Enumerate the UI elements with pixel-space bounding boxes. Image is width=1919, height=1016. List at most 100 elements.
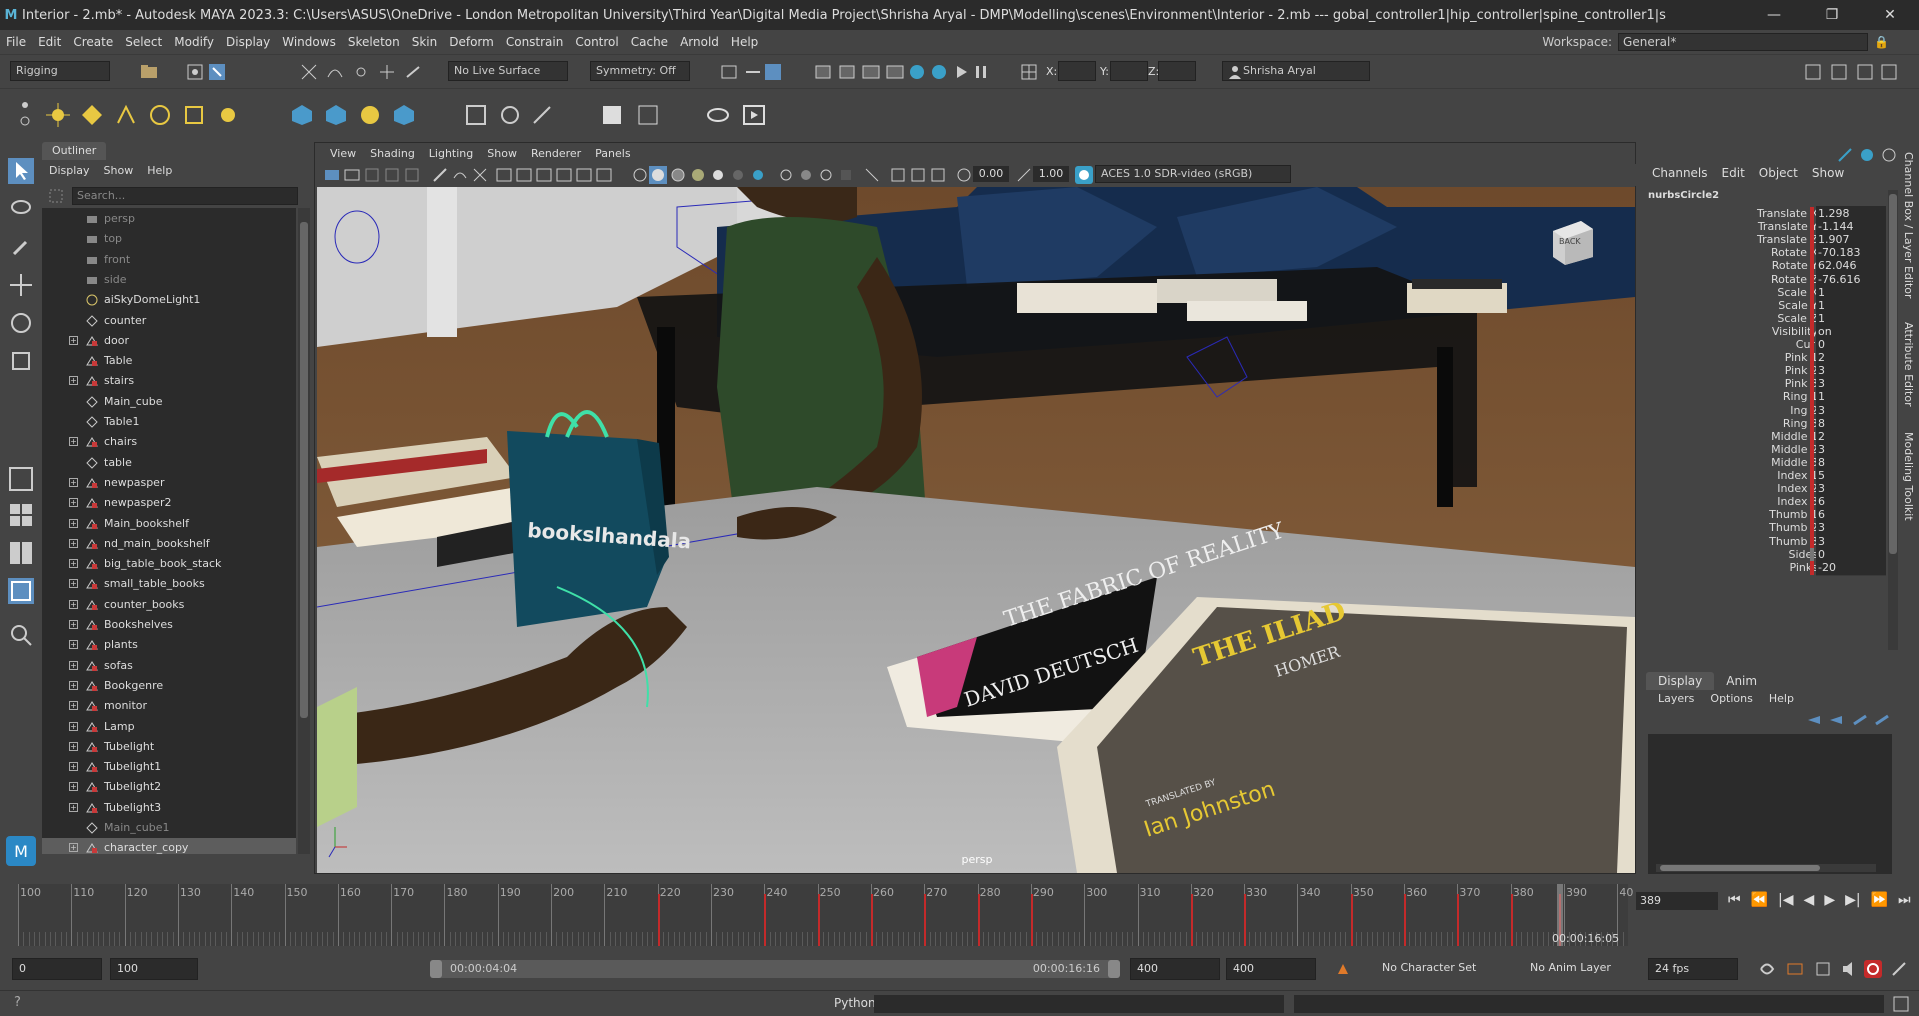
menuset-dropdown[interactable]: Rigging (10, 61, 110, 81)
colorspace-dropdown[interactable]: ACES 1.0 SDR-video (sRGB) (1095, 165, 1291, 183)
four-view-layout-icon[interactable] (8, 502, 34, 528)
transform-mode-icon[interactable] (1020, 63, 1038, 81)
expand-icon[interactable]: + (69, 376, 78, 386)
side-tab-modeling-toolkit[interactable]: Modeling Toolkit (1902, 432, 1915, 521)
menu-cache[interactable]: Cache (625, 35, 674, 49)
outliner-search-input[interactable]: Search... (72, 187, 298, 205)
expand-icon[interactable]: + (69, 620, 78, 629)
new-layer-selected-icon[interactable] (1852, 712, 1868, 728)
channel-scrollbar[interactable] (1888, 190, 1898, 650)
outliner-item[interactable]: + plants (42, 635, 296, 655)
select-hierarchy-icon[interactable] (186, 63, 204, 81)
menu-deform[interactable]: Deform (443, 35, 500, 49)
move-layer-up-icon[interactable] (1806, 712, 1822, 728)
single-perspective-layout-icon[interactable] (8, 466, 34, 492)
outliner-item[interactable]: persp (42, 209, 296, 229)
menu-constrain[interactable]: Constrain (500, 35, 570, 49)
script-language-label[interactable]: Python (834, 996, 876, 1010)
expand-icon[interactable]: + (69, 762, 78, 772)
playblast-icon[interactable] (742, 103, 766, 127)
frame-selection-icon[interactable] (909, 166, 927, 184)
ambient-occlusion-icon[interactable] (749, 166, 767, 184)
fps-dropdown[interactable]: 24 fps (1648, 958, 1738, 980)
render-settings-icon[interactable] (764, 63, 782, 81)
layer-menu-layers[interactable]: Layers (1654, 692, 1706, 705)
current-frame-field[interactable]: 389 (1636, 892, 1718, 910)
textured-icon[interactable] (689, 166, 707, 184)
lattice-icon[interactable] (290, 103, 314, 127)
outliner-item[interactable]: side (42, 270, 296, 290)
select-camera-icon[interactable] (323, 166, 341, 184)
keyframe-marker[interactable] (1190, 894, 1193, 946)
xray-joints-icon[interactable] (817, 166, 835, 184)
attribute-editor-icon[interactable] (1830, 63, 1848, 81)
keyframe-marker[interactable] (870, 894, 873, 946)
anim-layer-dropdown[interactable]: No Anim Layer (1524, 958, 1664, 980)
xray-icon[interactable] (797, 166, 815, 184)
go-to-end-icon[interactable]: ⏭ (1898, 892, 1911, 908)
menu-windows[interactable]: Windows (276, 35, 342, 49)
gate-mask-icon[interactable] (535, 166, 553, 184)
film-gate-icon[interactable] (495, 166, 513, 184)
safe-title-icon[interactable] (595, 166, 613, 184)
keyframe-marker[interactable] (1404, 894, 1407, 946)
arnold-ipr-icon[interactable] (930, 63, 948, 81)
outliner-menu-help[interactable]: Help (140, 162, 179, 180)
expand-icon[interactable]: + (69, 843, 78, 853)
viewport-menu-panels[interactable]: Panels (588, 146, 637, 162)
outliner-item[interactable]: + Bookgenre (42, 676, 296, 696)
bookmark-icon[interactable] (1814, 960, 1832, 978)
play-backwards-icon[interactable]: ◀ (1804, 892, 1815, 908)
aim-constraint-icon[interactable] (530, 103, 554, 127)
menu-file[interactable]: File (0, 35, 32, 49)
menu-create[interactable]: Create (67, 35, 119, 49)
menu-modify[interactable]: Modify (168, 35, 220, 49)
expand-icon[interactable]: + (69, 802, 78, 812)
folder-icon[interactable] (140, 63, 158, 81)
outliner-item[interactable]: + monitor (42, 696, 296, 716)
menu-help[interactable]: Help (725, 35, 764, 49)
character-set-dropdown[interactable]: No Character Set (1376, 958, 1508, 980)
keyframe-marker[interactable] (657, 894, 660, 946)
outliner-scroll-thumb[interactable] (300, 222, 308, 718)
auto-keyframe-toggle-icon[interactable] (1864, 960, 1882, 978)
frame-all-icon[interactable] (929, 166, 947, 184)
camera-frame-icon[interactable] (889, 166, 907, 184)
animation-preferences-icon[interactable] (1890, 960, 1908, 978)
new-layer-icon[interactable] (1874, 712, 1890, 728)
keyframe-marker[interactable] (1030, 894, 1033, 946)
keyframe-marker[interactable] (1457, 894, 1460, 946)
channel-row[interactable]: Pinks -20 (1640, 559, 1890, 576)
expand-icon[interactable]: + (69, 741, 78, 751)
image-plane-icon[interactable] (383, 166, 401, 184)
exposure-icon[interactable] (955, 166, 973, 184)
layer-menu-help[interactable]: Help (1765, 692, 1806, 705)
outliner-tab[interactable]: Outliner (42, 142, 107, 160)
sound-icon[interactable] (1840, 960, 1858, 978)
expand-icon[interactable]: + (69, 518, 78, 528)
layer-menu-options[interactable]: Options (1706, 692, 1764, 705)
outliner-menu-display[interactable]: Display (42, 162, 97, 180)
cluster-icon[interactable] (216, 103, 240, 127)
outliner-item[interactable]: Table1 (42, 412, 296, 432)
playback-end-field[interactable]: 400 (1130, 958, 1220, 980)
help-icon[interactable]: ? (14, 995, 21, 1010)
snap-grid-icon[interactable] (300, 63, 318, 81)
outliner-item[interactable]: counter (42, 311, 296, 331)
outliner-layout-icon[interactable] (8, 578, 34, 604)
snap-channel-icon[interactable] (1836, 146, 1854, 164)
x-field[interactable] (1058, 61, 1096, 81)
outliner-item[interactable]: Table (42, 351, 296, 371)
expand-icon[interactable]: + (69, 599, 78, 609)
exposure-field[interactable]: 0.00 (973, 166, 1009, 182)
user-account-dropdown[interactable]: Shrisha Aryal (1222, 61, 1370, 81)
auto-key-icon[interactable] (1334, 960, 1352, 978)
outliner-scrollbar[interactable] (298, 208, 310, 854)
playback-start-field[interactable]: 100 (110, 958, 198, 980)
isolate-select-icon[interactable] (777, 166, 795, 184)
layer-tab-anim[interactable]: Anim (1714, 672, 1769, 690)
z-field[interactable] (1158, 61, 1196, 81)
snap-view-icon[interactable] (378, 63, 396, 81)
outliner-item[interactable]: table (42, 453, 296, 473)
outliner-item[interactable]: + Lamp (42, 717, 296, 737)
